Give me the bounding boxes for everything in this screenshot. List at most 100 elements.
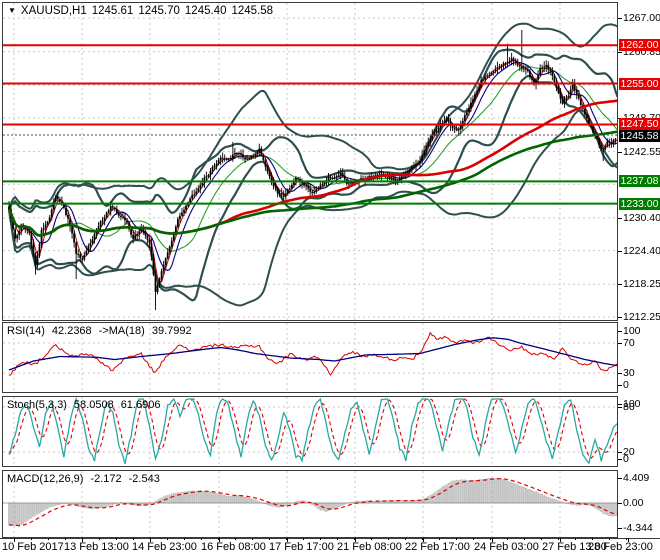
rsi-panel[interactable]: RSI(14) 42.2368 ->MA(18) 39.7992	[2, 322, 618, 393]
time-minor-tick	[439, 538, 440, 540]
axis-tick-mark	[618, 317, 622, 318]
macd-value: -2.172	[90, 473, 122, 485]
axis-tick-mark	[618, 152, 622, 153]
time-minor-tick	[405, 538, 406, 540]
price-axis-label: 1230.40	[623, 211, 660, 224]
axis-tick-mark	[618, 452, 622, 453]
axis-tick-mark	[618, 385, 622, 386]
time-minor-tick	[592, 538, 593, 540]
indicator-axis-label: -4.344	[623, 521, 653, 534]
indicator-axis-label: 70	[623, 337, 635, 349]
time-axis-label: 17 Feb 17:00	[269, 541, 334, 553]
main-chart-canvas[interactable]	[3, 3, 617, 320]
indicator-axis-label: 0	[623, 453, 629, 465]
time-minor-tick	[541, 538, 542, 540]
price-badge-resistance: 1255.00	[619, 77, 660, 90]
time-axis-label: 21 Feb 08:00	[337, 541, 402, 553]
time-minor-tick	[31, 538, 32, 540]
axis-tick-mark	[618, 343, 622, 344]
axis-tick-mark	[618, 478, 622, 479]
time-minor-tick	[558, 538, 559, 540]
time-minor-tick	[388, 538, 389, 540]
axis-tick-mark	[618, 52, 622, 53]
axis-tick-mark	[618, 404, 622, 405]
mt4-chart-window: ▼ XAUUSD,H1 1245.61 1245.70 1245.40 1245.58 R…	[0, 0, 660, 560]
time-minor-tick	[473, 538, 474, 540]
one-click-trading-arrow-icon[interactable]: ▼	[8, 6, 16, 15]
bar-close: 1245.58	[231, 5, 274, 17]
price-axis-label: 1218.25	[623, 278, 660, 291]
rsi-name: RSI(14)	[7, 325, 45, 337]
time-minor-tick	[507, 538, 508, 540]
price-badge-resistance: 1247.50	[619, 118, 660, 131]
macd-name: MACD(12,26,9)	[7, 473, 84, 485]
axis-tick-mark	[618, 407, 622, 408]
axis-tick-mark	[618, 218, 622, 219]
time-minor-tick	[303, 538, 304, 540]
macd-signal-value: -2.543	[128, 473, 160, 485]
chart-symbol: XAUUSD,H1	[20, 5, 87, 17]
time-axis-label: 16 Feb 08:00	[201, 541, 266, 553]
time-minor-tick	[524, 538, 525, 540]
bar-high: 1245.70	[138, 5, 180, 17]
price-axis-label: 1267.00	[623, 12, 660, 24]
axis-tick-mark	[618, 251, 622, 252]
time-minor-tick	[235, 538, 236, 540]
time-minor-tick	[371, 538, 372, 540]
macd-panel[interactable]: MACD(12,26,9) -2.172 -2.543	[2, 470, 618, 538]
indicator-axis-label: 4.409	[623, 472, 650, 484]
axis-tick-mark	[618, 528, 622, 529]
chart-title: ▼ XAUUSD,H1 1245.61 1245.70 1245.40 1245.58	[8, 5, 278, 17]
time-axis-label: 14 Feb 23:00	[132, 541, 197, 553]
price-badge-resistance: 1262.00	[619, 39, 660, 52]
main-chart-panel[interactable]: ▼ XAUUSD,H1 1245.61 1245.70 1245.40 1245.58	[2, 2, 618, 321]
stochastic-panel[interactable]: Stoch(5,3,3) 58.0508 61.6906	[2, 396, 618, 467]
axis-tick-mark	[618, 373, 622, 374]
time-minor-tick	[490, 538, 491, 540]
time-minor-tick	[99, 538, 100, 540]
axis-tick-mark	[618, 459, 622, 460]
time-minor-tick	[609, 538, 610, 540]
macd-label: MACD(12,26,9) -2.172 -2.543	[7, 473, 167, 485]
time-minor-tick	[252, 538, 253, 540]
price-badge-support: 1233.00	[619, 197, 660, 210]
rsi-label: RSI(14) 42.2368 ->MA(18) 39.7992	[7, 325, 199, 337]
price-axis-label: 1224.40	[623, 244, 660, 257]
price-badge-current: 1245.58	[619, 130, 660, 143]
axis-tick-mark	[618, 18, 622, 19]
price-axis-label: 1242.55	[623, 145, 660, 158]
time-minor-tick	[456, 538, 457, 540]
bar-low: 1245.40	[184, 5, 227, 17]
time-minor-tick	[167, 538, 168, 540]
indicator-axis-label: 30	[623, 367, 635, 379]
stoch-signal-value: 61.6906	[120, 399, 161, 411]
axis-tick-mark	[618, 331, 622, 332]
stoch-value: 58.0508	[73, 399, 114, 411]
time-minor-tick	[626, 538, 627, 540]
axis-tick-mark	[618, 503, 622, 504]
time-axis-label: 22 Feb 17:00	[405, 541, 470, 553]
stoch-name: Stoch(5,3,3)	[7, 399, 67, 411]
indicator-axis-label: 0	[623, 379, 629, 391]
price-axis-label: 1212.25	[623, 311, 660, 323]
rsi-ma-value: 39.7992	[151, 325, 192, 337]
time-axis-label: 28 Feb 23:00	[588, 541, 653, 553]
time-axis-label: 24 Feb 03:00	[474, 541, 539, 553]
rsi-ma-name: ->MA(18)	[98, 325, 145, 337]
stochastic-label: Stoch(5,3,3) 58.0508 61.6906	[7, 399, 167, 411]
indicator-axis-label: 80	[623, 401, 635, 413]
time-minor-tick	[575, 538, 576, 540]
time-minor-tick	[65, 538, 66, 540]
price-badge-support: 1237.08	[619, 175, 660, 188]
time-minor-tick	[184, 538, 185, 540]
rsi-value: 42.2368	[51, 325, 92, 337]
time-axis-label: 10 Feb 2017	[2, 541, 64, 553]
indicator-axis-label: 100	[623, 325, 641, 337]
time-minor-tick	[201, 538, 202, 540]
axis-tick-mark	[618, 284, 622, 285]
time-minor-tick	[48, 538, 49, 540]
time-minor-tick	[116, 538, 117, 540]
time-axis-label: 13 Feb 13:00	[64, 541, 129, 553]
bar-open: 1245.61	[91, 5, 134, 17]
time-minor-tick	[320, 538, 321, 540]
